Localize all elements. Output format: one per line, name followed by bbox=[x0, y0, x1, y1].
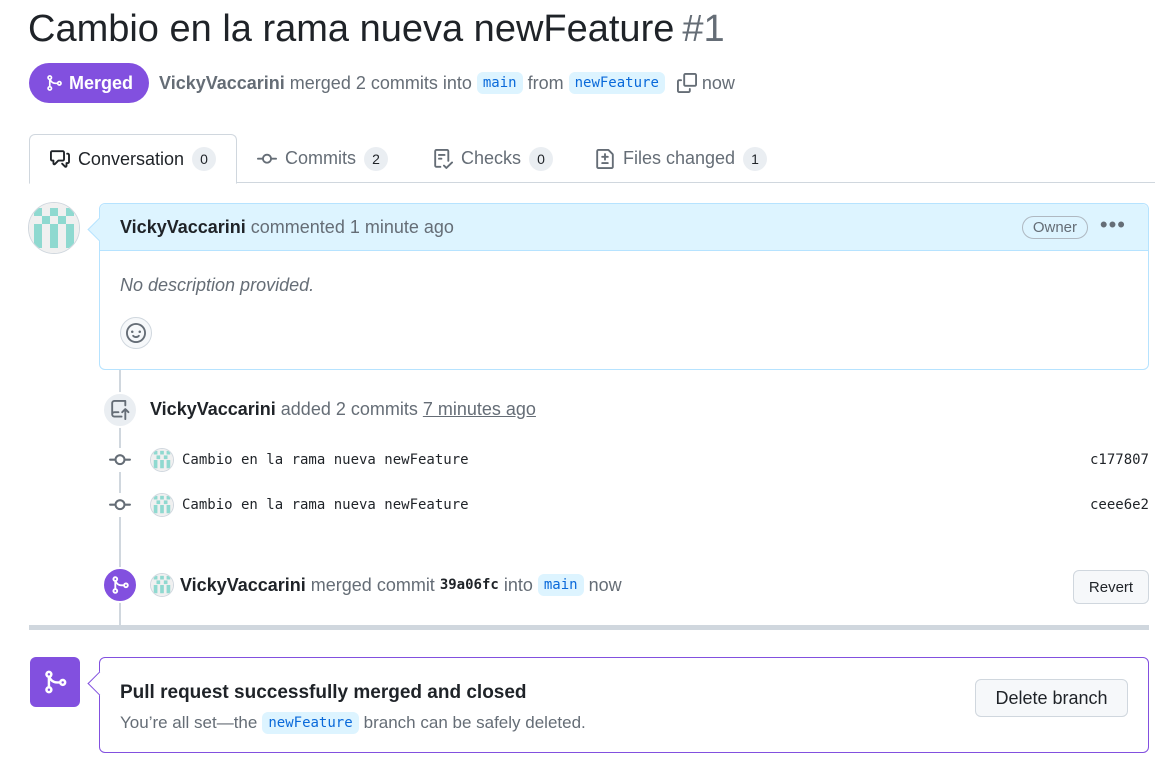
comment-discussion-icon bbox=[50, 150, 70, 168]
push-time-link[interactable]: 7 minutes ago bbox=[423, 399, 536, 420]
git-merge-icon bbox=[30, 657, 80, 707]
kebab-menu-icon[interactable]: ••• bbox=[1100, 214, 1126, 236]
revert-button[interactable]: Revert bbox=[1073, 570, 1149, 604]
merge-action: merged commit bbox=[310, 574, 435, 595]
copy-icon[interactable] bbox=[676, 72, 698, 94]
commit-message-link[interactable]: Cambio en la rama nueva newFeature bbox=[182, 452, 469, 468]
file-diff-icon bbox=[596, 148, 614, 169]
push-event: VickyVaccarini added 2 commits 7 minutes… bbox=[150, 397, 536, 421]
commit-message-link[interactable]: Cambio en la rama nueva newFeature bbox=[182, 497, 469, 513]
commit-sha-link[interactable]: c177807 bbox=[1090, 452, 1149, 468]
add-reaction-button[interactable] bbox=[120, 317, 152, 349]
tab-checks-label: Checks bbox=[461, 148, 522, 168]
tab-commits-count: 2 bbox=[364, 146, 388, 171]
tab-files-changed-label: Files changed bbox=[623, 148, 736, 168]
merge-commit-sha-link[interactable]: 39a06fc bbox=[440, 577, 499, 593]
pr-title-text: Cambio en la rama nueva newFeature bbox=[28, 8, 675, 50]
merge-event: VickyVaccarini merged commit 39a06fc int… bbox=[150, 571, 622, 599]
pr-tabs: Conversation 0 Commits 2 Checks 0 Files … bbox=[29, 134, 1155, 184]
avatar[interactable] bbox=[28, 202, 80, 254]
merge-status-box: Pull request successfully merged and clo… bbox=[99, 657, 1149, 753]
merge-time: now bbox=[588, 574, 622, 595]
summary-action: merged 2 commits into bbox=[289, 72, 472, 93]
summary-time: now bbox=[701, 72, 735, 93]
timeline-divider bbox=[29, 625, 1149, 630]
tab-conversation-label: Conversation bbox=[77, 148, 184, 169]
repo-push-icon bbox=[102, 392, 138, 428]
tab-commits-label: Commits bbox=[285, 148, 356, 168]
tab-commits[interactable]: Commits 2 bbox=[237, 134, 408, 183]
git-commit-icon bbox=[108, 493, 132, 517]
merge-author-link[interactable]: VickyVaccarini bbox=[180, 575, 306, 596]
tab-files-changed-count: 1 bbox=[743, 146, 768, 171]
tab-checks-count: 0 bbox=[529, 146, 554, 171]
push-action: added 2 commits bbox=[280, 398, 418, 419]
pr-title: Cambio en la rama nueva newFeature #1 bbox=[28, 8, 725, 51]
head-branch-chip[interactable]: newFeature bbox=[568, 72, 665, 94]
pr-description-comment: VickyVaccarini commented 1 minute ago Ow… bbox=[99, 203, 1149, 370]
pr-number: #1 bbox=[682, 8, 725, 50]
push-author-link[interactable]: VickyVaccarini bbox=[150, 399, 276, 420]
git-merge-icon bbox=[47, 75, 62, 91]
tab-conversation-count: 0 bbox=[192, 147, 216, 171]
merge-into: into bbox=[503, 574, 533, 595]
merged-badge-label: Merged bbox=[69, 72, 134, 93]
tab-files-changed[interactable]: Files changed 1 bbox=[575, 134, 787, 183]
commit-row: Cambio en la rama nueva newFeature c1778… bbox=[108, 446, 1149, 474]
git-merge-icon bbox=[102, 567, 138, 603]
checklist-icon bbox=[434, 148, 453, 169]
commit-row: Cambio en la rama nueva newFeature ceee6… bbox=[108, 491, 1149, 519]
comment-action: commented 1 minute ago bbox=[250, 216, 454, 237]
identicon-icon bbox=[29, 203, 79, 253]
base-branch-chip[interactable]: main bbox=[476, 72, 523, 94]
summary-author-link[interactable]: VickyVaccarini bbox=[159, 73, 285, 94]
merge-sub-suffix: branch can be safely deleted. bbox=[363, 713, 586, 732]
tab-conversation[interactable]: Conversation 0 bbox=[29, 134, 237, 184]
summary-from: from bbox=[527, 72, 564, 93]
merge-status-subtitle: You’re all set—the newFeature branch can… bbox=[120, 712, 586, 734]
merge-sub-prefix: You’re all set—the bbox=[120, 713, 258, 732]
comment-header: VickyVaccarini commented 1 minute ago Ow… bbox=[100, 204, 1148, 251]
tab-checks[interactable]: Checks 0 bbox=[413, 134, 573, 183]
merge-status-title: Pull request successfully merged and clo… bbox=[120, 682, 527, 703]
merged-status-badge: Merged bbox=[29, 63, 150, 103]
commit-sha-link[interactable]: ceee6e2 bbox=[1090, 497, 1149, 513]
delete-branch-button[interactable]: Delete branch bbox=[975, 679, 1128, 717]
comment-author-link[interactable]: VickyVaccarini bbox=[120, 217, 246, 238]
smiley-icon bbox=[126, 323, 146, 343]
owner-badge: Owner bbox=[1021, 216, 1088, 239]
commit-avatar[interactable] bbox=[150, 493, 174, 517]
git-commit-icon bbox=[257, 153, 277, 164]
commit-avatar[interactable] bbox=[150, 448, 174, 472]
deletable-branch-chip[interactable]: newFeature bbox=[262, 712, 359, 734]
merge-summary: Merged VickyVaccarini merged 2 commits i… bbox=[29, 63, 735, 103]
comment-body: No description provided. bbox=[120, 275, 315, 295]
merge-branch-chip[interactable]: main bbox=[537, 574, 584, 596]
git-commit-icon bbox=[108, 448, 132, 472]
merge-avatar[interactable] bbox=[150, 573, 174, 597]
